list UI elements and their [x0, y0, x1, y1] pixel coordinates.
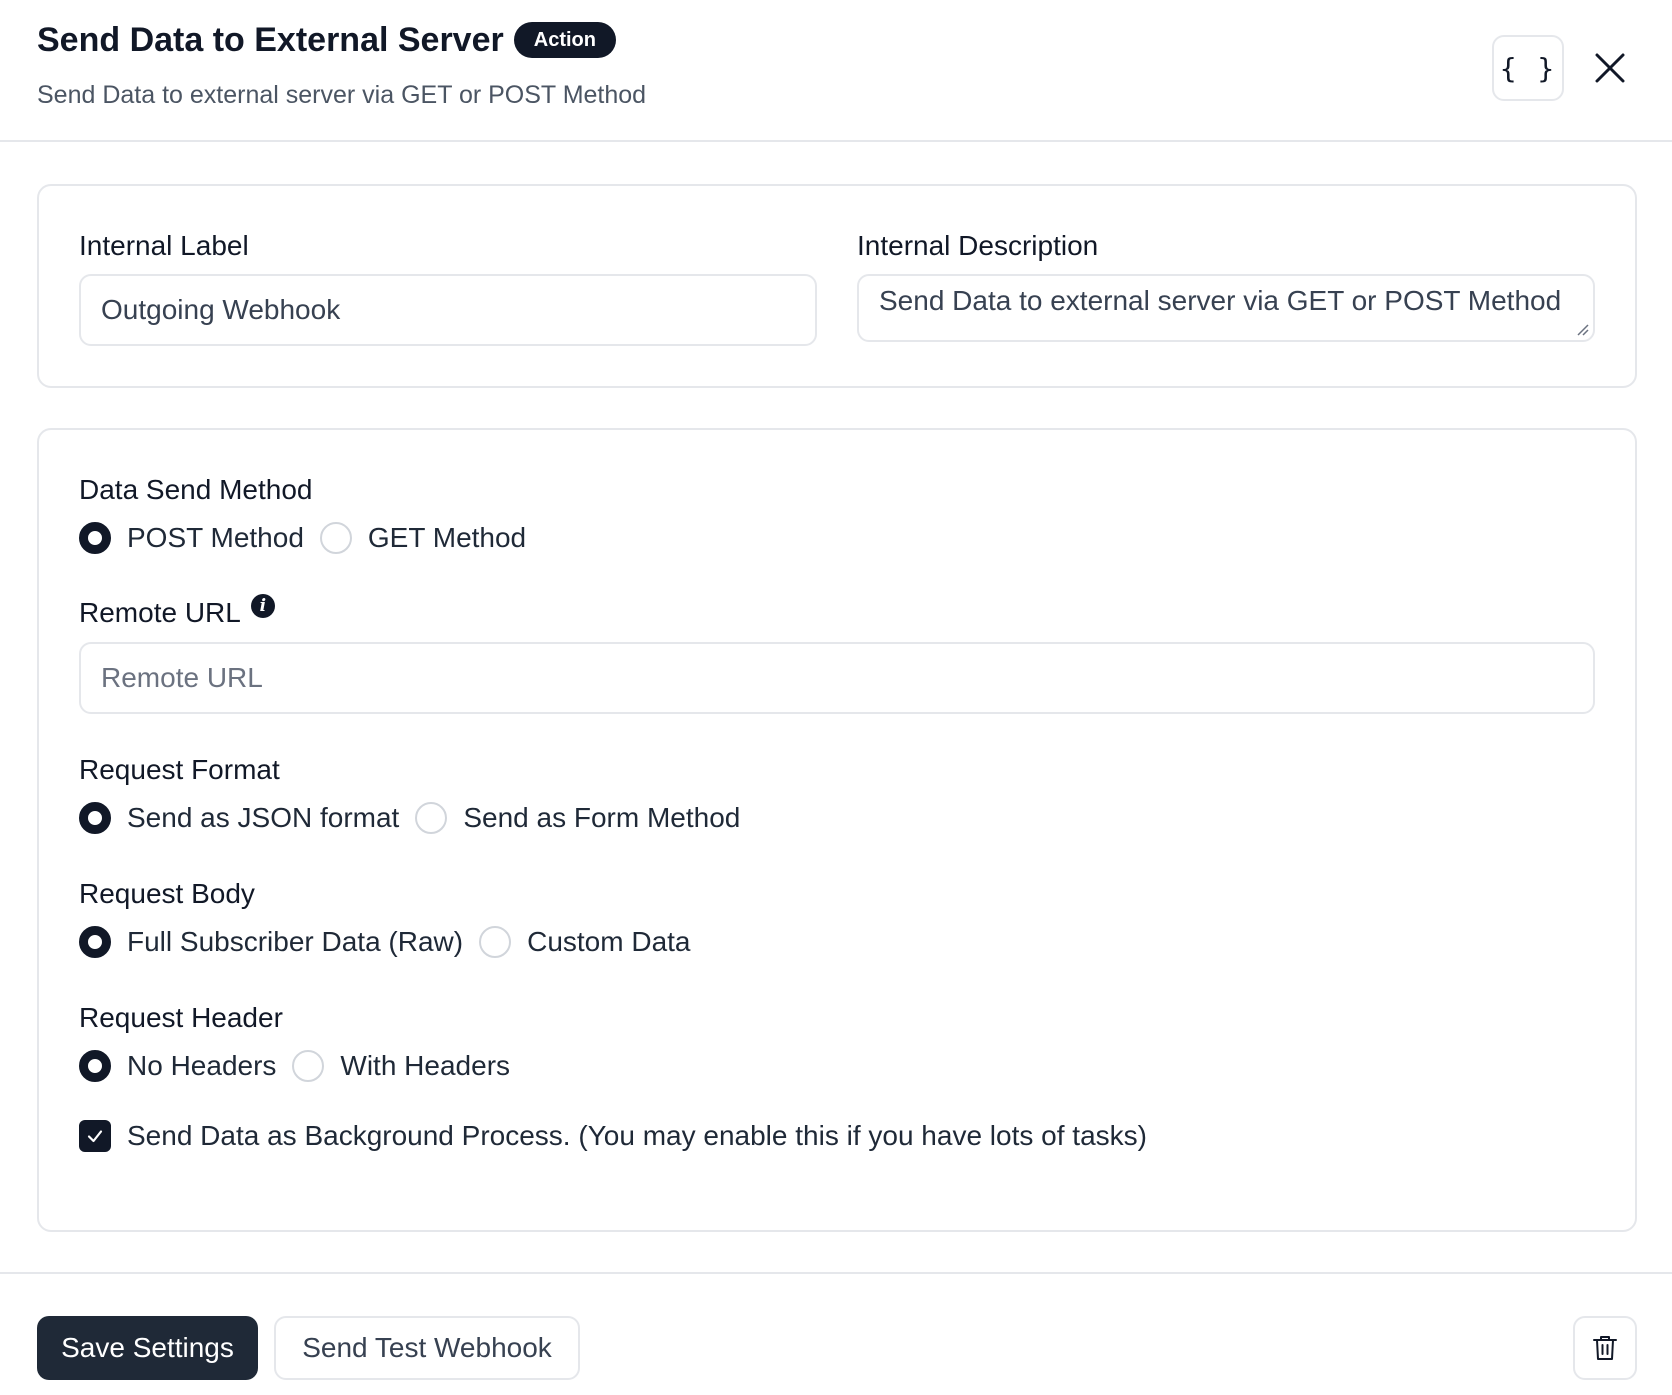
- request-format-group: Send as JSON format Send as Form Method: [79, 798, 756, 838]
- background-process-option[interactable]: Send Data as Background Process. (You ma…: [79, 1120, 1147, 1152]
- request-body-heading: Request Body: [79, 878, 255, 909]
- radio-no-headers[interactable]: [79, 1050, 111, 1082]
- radio-json[interactable]: [79, 802, 111, 834]
- radio-option-custom-data[interactable]: Custom Data: [479, 926, 691, 958]
- data-send-method-heading: Data Send Method: [79, 474, 313, 505]
- info-icon[interactable]: i: [250, 594, 275, 618]
- request-header-group: No Headers With Headers: [79, 1046, 526, 1086]
- internal-label-input[interactable]: [79, 274, 817, 346]
- radio-label-with-headers: With Headers: [340, 1050, 511, 1081]
- page-title: Send Data to External Server: [37, 21, 504, 59]
- radio-label-form: Send as Form Method: [463, 802, 741, 833]
- json-editor-button[interactable]: { }: [1492, 35, 1564, 101]
- radio-option-post[interactable]: POST Method: [79, 522, 304, 554]
- background-process-checkbox[interactable]: [79, 1120, 111, 1152]
- internal-description-value: Send Data to external server via GET or …: [879, 285, 1562, 316]
- radio-label-no-headers: No Headers: [127, 1050, 277, 1081]
- remote-url-heading: Remote URL i: [79, 594, 275, 630]
- action-badge: Action: [513, 22, 616, 58]
- send-test-webhook-button[interactable]: Send Test Webhook: [274, 1316, 580, 1380]
- title-row: Send Data to External Server Action: [37, 20, 616, 60]
- internal-description-heading: Internal Description: [857, 230, 1099, 261]
- radio-option-get[interactable]: GET Method: [319, 522, 527, 554]
- modal-footer: Save Settings Send Test Webhook: [0, 1272, 1672, 1395]
- radio-option-full-data[interactable]: Full Subscriber Data (Raw): [79, 926, 463, 958]
- data-send-method-group: POST Method GET Method: [79, 518, 542, 558]
- page-subtitle: Send Data to external server via GET or …: [37, 81, 647, 109]
- save-settings-button[interactable]: Save Settings: [37, 1316, 258, 1380]
- radio-option-json[interactable]: Send as JSON format: [79, 802, 399, 834]
- request-format-heading: Request Format: [79, 754, 280, 785]
- request-body-group: Full Subscriber Data (Raw) Custom Data: [79, 922, 707, 962]
- radio-with-headers[interactable]: [292, 1050, 325, 1082]
- modal-header: Send Data to External Server Action Send…: [0, 0, 1672, 142]
- close-button[interactable]: [1590, 48, 1630, 88]
- internal-label-heading: Internal Label: [79, 230, 249, 261]
- checkmark-icon: [87, 1130, 103, 1143]
- resize-grip-icon[interactable]: [1575, 322, 1589, 336]
- radio-custom-data[interactable]: [479, 926, 512, 958]
- radio-label-get: GET Method: [367, 522, 527, 553]
- radio-label-full-data: Full Subscriber Data (Raw): [127, 926, 464, 957]
- remote-url-label: Remote URL: [79, 597, 241, 628]
- internal-description-textarea[interactable]: Send Data to external server via GET or …: [857, 274, 1595, 342]
- radio-get[interactable]: [319, 522, 352, 554]
- delete-button[interactable]: [1573, 1316, 1637, 1380]
- trash-icon: [1593, 1336, 1617, 1360]
- close-icon: [1595, 53, 1625, 83]
- radio-post[interactable]: [79, 522, 111, 554]
- braces-icon: { }: [1499, 51, 1557, 85]
- radio-label-json: Send as JSON format: [127, 802, 400, 833]
- radio-option-form[interactable]: Send as Form Method: [415, 802, 740, 834]
- radio-option-no-headers[interactable]: No Headers: [79, 1050, 276, 1082]
- radio-label-post: POST Method: [127, 522, 304, 553]
- radio-form[interactable]: [415, 802, 448, 834]
- radio-option-with-headers[interactable]: With Headers: [292, 1050, 510, 1082]
- background-process-label: Send Data as Background Process. (You ma…: [127, 1120, 1147, 1151]
- remote-url-input[interactable]: [79, 642, 1595, 714]
- radio-label-custom-data: Custom Data: [527, 926, 691, 957]
- radio-full-data[interactable]: [79, 926, 111, 958]
- request-header-heading: Request Header: [79, 1002, 283, 1033]
